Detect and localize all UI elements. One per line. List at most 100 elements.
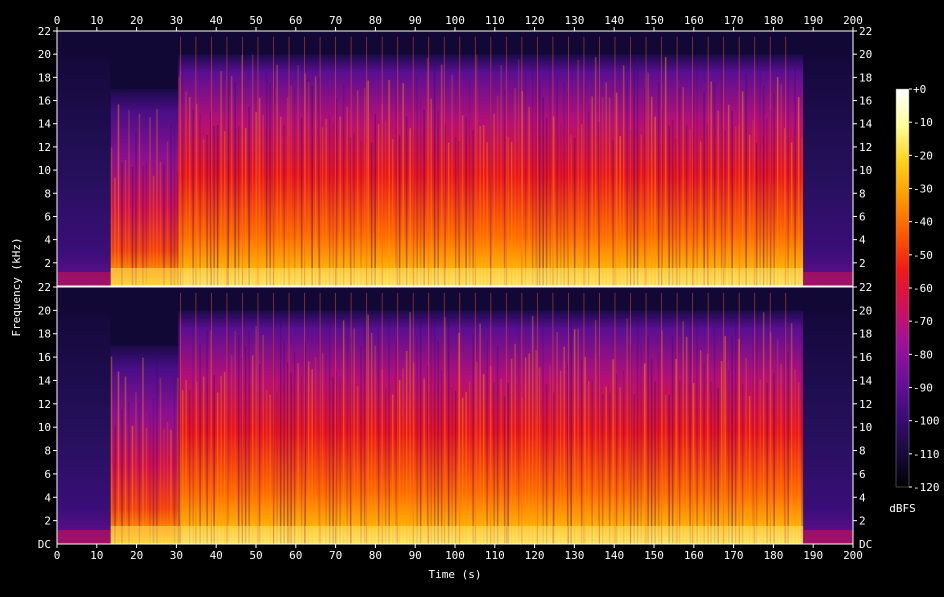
- texture-streak: [507, 136, 509, 286]
- spectrum-segment-2: [110, 88, 179, 286]
- texture-streak: [328, 317, 331, 544]
- texture-streak: [482, 374, 485, 544]
- texture-streak: [181, 390, 184, 544]
- y-tick-label: 22: [38, 281, 51, 294]
- texture-streak: [437, 340, 439, 544]
- x-tick-label: 140: [604, 14, 624, 27]
- x-tick-label: 20: [130, 14, 143, 27]
- texture-streak: [559, 370, 562, 544]
- texture-streak: [433, 320, 436, 544]
- texture-streak: [391, 139, 394, 286]
- texture-streak: [321, 352, 324, 544]
- texture-streak: [577, 59, 579, 286]
- texture-streak: [159, 378, 162, 544]
- texture-streak: [692, 56, 695, 286]
- texture-streak: [587, 112, 590, 286]
- texture-streak: [318, 76, 320, 286]
- texture-streak: [524, 77, 527, 286]
- texture-streak: [696, 60, 698, 286]
- texture-streak: [321, 127, 324, 286]
- texture-streak: [500, 378, 502, 544]
- texture-streak: [724, 129, 726, 286]
- texture-streak: [545, 384, 548, 544]
- texture-streak: [398, 135, 401, 286]
- texture-streak: [713, 82, 716, 286]
- texture-streak: [356, 386, 359, 544]
- texture-streak: [612, 359, 614, 544]
- x-tick-label: 10: [90, 14, 103, 27]
- x-tick-label: 0: [54, 14, 61, 27]
- texture-streak: [170, 124, 172, 287]
- texture-streak: [451, 386, 453, 544]
- texture-streak: [573, 137, 576, 286]
- texture-streak: [419, 313, 422, 544]
- texture-streak: [293, 352, 296, 544]
- texture-streak: [230, 75, 233, 286]
- x-tick-label: 120: [525, 14, 545, 27]
- texture-streak: [787, 352, 789, 544]
- texture-streak: [472, 130, 474, 286]
- texture-streak: [377, 328, 380, 544]
- texture-streak: [262, 334, 264, 544]
- texture-streak: [447, 317, 450, 544]
- y-tick-label: 10: [859, 421, 872, 434]
- y-tick-label: 14: [38, 118, 52, 131]
- texture-streak: [580, 124, 583, 287]
- colorbar-tick-label: +0: [913, 83, 926, 96]
- y-tick-label: 2: [44, 515, 51, 528]
- texture-streak: [542, 97, 544, 286]
- texture-streak: [269, 394, 271, 544]
- x-axis-label: Time (s): [429, 568, 482, 581]
- x-tick-label: 10: [90, 549, 103, 562]
- texture-streak: [346, 334, 348, 544]
- y-tick-label: 12: [38, 398, 51, 411]
- y-tick-label: 18: [859, 328, 872, 341]
- texture-streak: [801, 310, 803, 544]
- colorbar-tick-label: -30: [913, 183, 933, 196]
- channel-panel-2: [56, 286, 854, 545]
- colorbar-tick-label: -50: [913, 249, 933, 262]
- y-tick-label: 8: [859, 187, 866, 200]
- texture-streak: [451, 75, 453, 286]
- x-tick-label: 50: [249, 549, 262, 562]
- texture-streak: [503, 90, 506, 286]
- texture-streak: [710, 381, 712, 544]
- y-tick-label: 4: [44, 491, 51, 504]
- texture-streak: [360, 141, 362, 286]
- texture-streak: [570, 134, 572, 286]
- texture-streak: [311, 369, 313, 544]
- x-tick-label: 140: [604, 549, 624, 562]
- x-tick-label: 150: [644, 549, 664, 562]
- texture-streak: [668, 125, 670, 286]
- texture-streak: [748, 134, 751, 286]
- y-tick-label: 22: [859, 281, 872, 294]
- y-tick-label: 20: [859, 304, 872, 317]
- texture-streak: [745, 357, 747, 544]
- texture-streak: [461, 115, 464, 286]
- texture-streak: [223, 371, 226, 544]
- texture-streak: [507, 383, 509, 544]
- texture-streak: [759, 69, 761, 286]
- y-tick-label: 18: [859, 71, 872, 84]
- texture-streak: [622, 370, 625, 544]
- texture-streak: [237, 335, 240, 544]
- y-tick-label: 6: [44, 468, 51, 481]
- texture-streak: [213, 125, 215, 287]
- texture-streak: [675, 358, 677, 544]
- texture-streak: [433, 64, 436, 287]
- texture-streak: [486, 339, 488, 544]
- texture-streak: [682, 321, 684, 544]
- texture-streak: [353, 133, 355, 286]
- texture-streak: [762, 85, 765, 286]
- texture-streak: [166, 421, 169, 544]
- texture-streak: [251, 355, 254, 544]
- texture-streak: [678, 380, 681, 544]
- texture-streak: [605, 386, 607, 544]
- texture-streak: [496, 95, 499, 286]
- texture-streak: [426, 57, 429, 287]
- texture-streak: [199, 343, 201, 544]
- texture-streak: [626, 318, 628, 544]
- texture-streak: [514, 88, 516, 286]
- texture-streak: [640, 343, 642, 544]
- x-tick-label: 20: [130, 549, 143, 562]
